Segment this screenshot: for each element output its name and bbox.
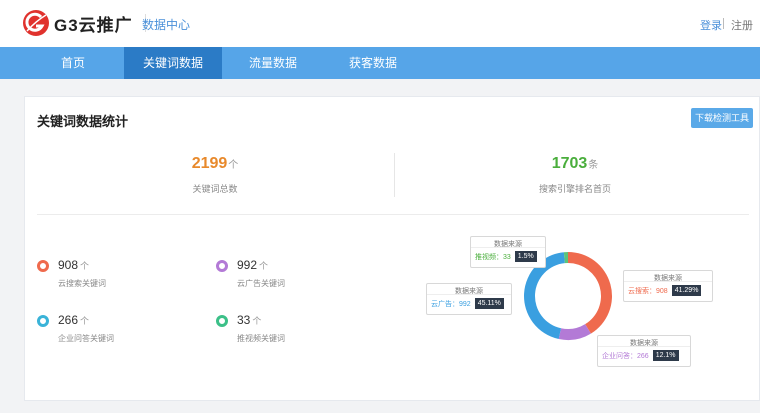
callout-video-name: 推视频：33 — [475, 253, 511, 261]
callout-cloud-search-title: 数据来源 — [624, 271, 712, 282]
data-center-link[interactable]: 数据中心 — [142, 16, 190, 33]
nav-traffic-data[interactable]: 流量数据 — [226, 47, 320, 79]
login-link[interactable]: 登录 — [700, 17, 722, 33]
first-page-stat: 1703条 搜索引擎排名首页 — [515, 155, 635, 195]
callout-video-title: 数据来源 — [471, 237, 545, 248]
cloud-search-unit: 个 — [80, 261, 90, 271]
brand-name: G3云推广 — [54, 15, 133, 35]
cloud-search-value: 908 — [58, 258, 79, 272]
video-unit: 个 — [252, 316, 262, 326]
callout-cloud-search: 数据来源 云搜索：908 41.29% — [623, 270, 713, 302]
first-page-unit: 条 — [588, 160, 599, 171]
callout-enterprise-qa-name: 企业问答：266 — [602, 352, 649, 360]
callout-cloud-ad-title: 数据来源 — [427, 284, 511, 295]
brand-logo[interactable]: G3云推广 — [22, 9, 146, 37]
cloud-ad-ring-icon — [216, 260, 228, 272]
register-link[interactable]: 注册 — [731, 17, 753, 33]
nav-acquisition-data[interactable]: 获客数据 — [324, 47, 422, 79]
callout-cloud-search-name: 云搜索：908 — [628, 287, 668, 295]
cloud-ad-label: 云广告关键词 — [237, 279, 285, 288]
total-keywords-stat: 2199个 关键词总数 — [165, 155, 265, 195]
cloud-search-label: 云搜索关键词 — [58, 279, 106, 288]
keyword-stats-card: 关键词数据统计 下载检测工具 2199个 关键词总数 1703条 搜索引擎排名首… — [24, 96, 760, 401]
callout-video: 数据来源 推视频：33 1.5% — [470, 236, 546, 268]
callout-cloud-ad: 数据来源 云广告：992 45.11% — [426, 283, 512, 315]
first-page-label: 搜索引擎排名首页 — [538, 184, 611, 194]
callout-enterprise-qa: 数据来源 企业问答：266 12.1% — [597, 335, 691, 367]
first-page-value: 1703 — [551, 155, 588, 172]
total-keywords-label: 关键词总数 — [192, 184, 238, 194]
login-divider — [723, 18, 724, 29]
video-ring-icon — [216, 315, 228, 327]
card-title: 关键词数据统计 — [37, 114, 129, 129]
nav-home[interactable]: 首页 — [28, 47, 118, 79]
slice-enterprise-qa[interactable] — [558, 324, 591, 340]
download-tool-button[interactable]: 下载检测工具 — [691, 108, 753, 128]
video-label: 推视频关键词 — [237, 334, 285, 343]
enterprise-qa-label: 企业问答关键词 — [58, 334, 114, 343]
nav-keyword-data[interactable]: 关键词数据 — [124, 47, 222, 79]
callout-video-percent: 1.5% — [514, 251, 537, 262]
section-divider — [37, 214, 749, 215]
enterprise-qa-ring-icon — [37, 315, 49, 327]
enterprise-qa-unit: 个 — [80, 316, 90, 326]
cloud-ad-unit: 个 — [259, 261, 269, 271]
top-header: G3云推广 数据中心 登录 注册 — [0, 0, 760, 47]
cloud-ad-value: 992 — [237, 258, 258, 272]
enterprise-qa-value: 266 — [58, 313, 79, 327]
cloud-search-ring-icon — [37, 260, 49, 272]
callout-cloud-ad-percent: 45.11% — [474, 298, 504, 309]
main-nav: 首页 关键词数据 流量数据 获客数据 — [0, 47, 760, 79]
g3-logo-icon — [23, 10, 49, 36]
callout-cloud-search-percent: 41.29% — [671, 285, 702, 296]
callout-enterprise-qa-percent: 12.1% — [652, 350, 679, 361]
total-keywords-unit: 个 — [228, 160, 239, 171]
video-value: 33 — [237, 313, 251, 327]
stat-divider — [394, 153, 395, 197]
callout-enterprise-qa-title: 数据来源 — [598, 336, 690, 347]
total-keywords-value: 2199 — [191, 155, 228, 172]
slice-cloud-search[interactable] — [568, 252, 612, 334]
callout-cloud-ad-name: 云广告：992 — [431, 300, 471, 308]
